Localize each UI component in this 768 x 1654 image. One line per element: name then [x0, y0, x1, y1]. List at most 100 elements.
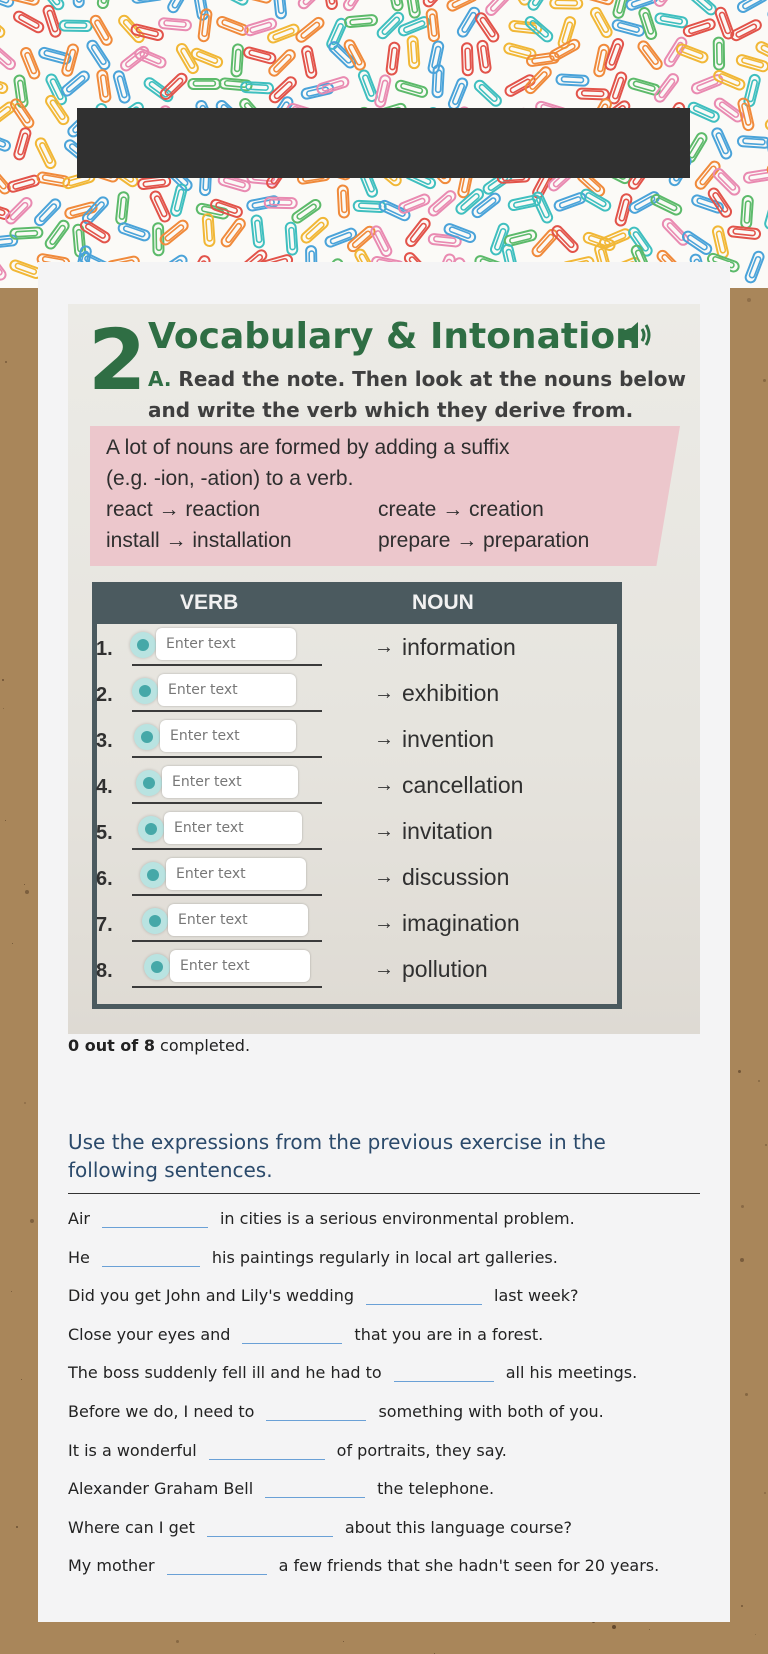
sentence-after: all his meetings.	[505, 1363, 638, 1383]
verb-answer-field[interactable]: Enter text	[156, 628, 296, 660]
sentence-after: a few friends that she hadn't seen for 2…	[278, 1556, 660, 1576]
textbook-exercise-image: 2 Vocabulary & Intonation A. Read the no…	[68, 304, 700, 1034]
note-text: A lot of nouns are formed by adding a su…	[106, 432, 666, 556]
sentence-before: Before we do, I need to	[68, 1402, 255, 1421]
noun-label: pollution	[402, 956, 488, 982]
arrow-icon: →	[374, 728, 394, 750]
arrow-icon: →	[374, 866, 394, 888]
row-number: 5.	[96, 822, 113, 844]
sentence-after: of portraits, they say.	[336, 1440, 507, 1460]
verb-answer-field[interactable]: Enter text	[164, 812, 302, 844]
answer-line	[132, 710, 322, 712]
sentence-after: that you are in a forest.	[354, 1324, 544, 1344]
audio-dot-icon[interactable]	[136, 770, 162, 796]
fill-in-sentence: Alexander Graham Bell the telephone.	[68, 1475, 494, 1505]
noun-label: invitation	[402, 818, 493, 844]
blank-input[interactable]	[206, 1514, 333, 1537]
audio-dot-icon[interactable]	[140, 862, 166, 888]
sentence-after: last week?	[494, 1286, 579, 1306]
example-text: prepare → preparation	[378, 529, 590, 552]
verb-answer-field[interactable]: Enter text	[160, 720, 296, 752]
row-number: 3.	[96, 730, 113, 752]
audio-dot-icon[interactable]	[144, 954, 170, 980]
blank-input[interactable]	[101, 1244, 200, 1267]
example-text: create → creation	[378, 498, 544, 521]
section-divider	[68, 1193, 700, 1194]
noun-column-header: NOUN	[412, 591, 474, 614]
blank-input[interactable]	[166, 1552, 267, 1576]
instruction-letter: A.	[148, 367, 172, 391]
speaker-icon	[622, 322, 651, 348]
note-line-1: A lot of nouns are formed by adding a su…	[106, 436, 510, 459]
exercise-number: 2	[88, 311, 147, 409]
answer-line	[132, 664, 322, 666]
sentence-before: The boss suddenly fell ill and he had to	[68, 1363, 382, 1383]
blank-input[interactable]	[265, 1475, 366, 1499]
sentence-after: his paintings regularly in local art gal…	[211, 1247, 558, 1267]
blank-input[interactable]	[266, 1398, 367, 1421]
fill-in-sentence: It is a wonderful of portraits, they say.	[68, 1437, 507, 1467]
blank-input[interactable]	[101, 1205, 208, 1228]
exercise-instruction: A. Read the note. Then look at the nouns…	[148, 364, 688, 426]
sentence-after: in cities is a serious environmental pro…	[219, 1209, 575, 1228]
blank-input[interactable]	[208, 1437, 325, 1460]
verb-column-header: VERB	[180, 591, 239, 614]
sentence-after: the telephone.	[377, 1479, 495, 1499]
noun-label: discussion	[402, 864, 510, 890]
answer-line	[132, 756, 322, 758]
verb-answer-field[interactable]: Enter text	[162, 766, 298, 798]
audio-dot-icon[interactable]	[142, 908, 168, 934]
exercise-heading: Vocabulary & Intonation	[148, 316, 641, 357]
fill-in-sentence: Close your eyes and that you are in a for…	[68, 1321, 543, 1351]
sentence-before: Close your eyes and	[68, 1324, 231, 1344]
sentence-before: It is a wonderful	[68, 1440, 197, 1460]
note-line-2: (e.g. -ion, -ation) to a verb.	[106, 467, 354, 490]
sentence-before: Air	[68, 1209, 90, 1228]
example-text: install → installation	[106, 529, 292, 552]
answer-line	[132, 802, 322, 804]
fill-in-sentence: My mother a few friends that she hadn't s…	[68, 1552, 659, 1582]
arrow-icon: →	[374, 958, 394, 980]
example-text: react → reaction	[106, 498, 261, 521]
blank-input[interactable]	[393, 1359, 494, 1383]
answer-line	[132, 940, 322, 942]
answer-line	[132, 848, 322, 850]
audio-dot-icon[interactable]	[130, 632, 156, 658]
table-header: VERB NOUN	[92, 582, 622, 624]
blank-input[interactable]	[366, 1282, 482, 1306]
verb-answer-field[interactable]: Enter text	[158, 674, 296, 706]
sentence-before: He	[68, 1247, 90, 1267]
fill-in-sentence: He his paintings regularly in local art g…	[68, 1244, 558, 1274]
sentence-before: My mother	[68, 1556, 155, 1576]
arrow-icon: →	[374, 636, 394, 658]
noun-label: exhibition	[402, 680, 500, 706]
sentence-before: Did you get John and Lily's wedding	[68, 1286, 354, 1306]
arrow-icon: →	[374, 682, 394, 704]
audio-dot-icon[interactable]	[138, 816, 164, 842]
audio-dot-icon[interactable]	[134, 724, 160, 750]
sentence-after: something with both of you.	[378, 1402, 604, 1421]
blank-input[interactable]	[242, 1321, 343, 1344]
fill-in-sentence: The boss suddenly fell ill and he had to…	[68, 1359, 637, 1389]
sentence-before: Where can I get	[68, 1517, 195, 1537]
row-number: 1.	[96, 638, 113, 660]
arrow-icon: →	[374, 774, 394, 796]
audio-dot-icon[interactable]	[132, 678, 158, 704]
verb-answer-field[interactable]: Enter text	[166, 858, 306, 890]
progress-count: 0 out of 8	[68, 1036, 155, 1055]
noun-label: imagination	[402, 910, 520, 936]
arrow-icon: →	[374, 912, 394, 934]
example-row: react → reaction create → creation	[106, 494, 666, 525]
fill-in-sentence: Before we do, I need to something with bo…	[68, 1398, 604, 1428]
instruction-text: Read the note. Then look at the nouns be…	[148, 367, 687, 422]
answer-line	[132, 986, 322, 988]
row-number: 7.	[96, 914, 113, 936]
answer-line	[132, 894, 322, 896]
noun-label: cancellation	[402, 772, 524, 798]
progress-suffix: completed.	[154, 1036, 251, 1055]
verb-answer-field[interactable]: Enter text	[168, 904, 308, 936]
fill-in-sentence: Did you get John and Lily's wedding last …	[68, 1282, 578, 1312]
row-number: 8.	[96, 960, 113, 982]
row-number: 2.	[96, 684, 113, 706]
verb-answer-field[interactable]: Enter text	[170, 950, 310, 982]
